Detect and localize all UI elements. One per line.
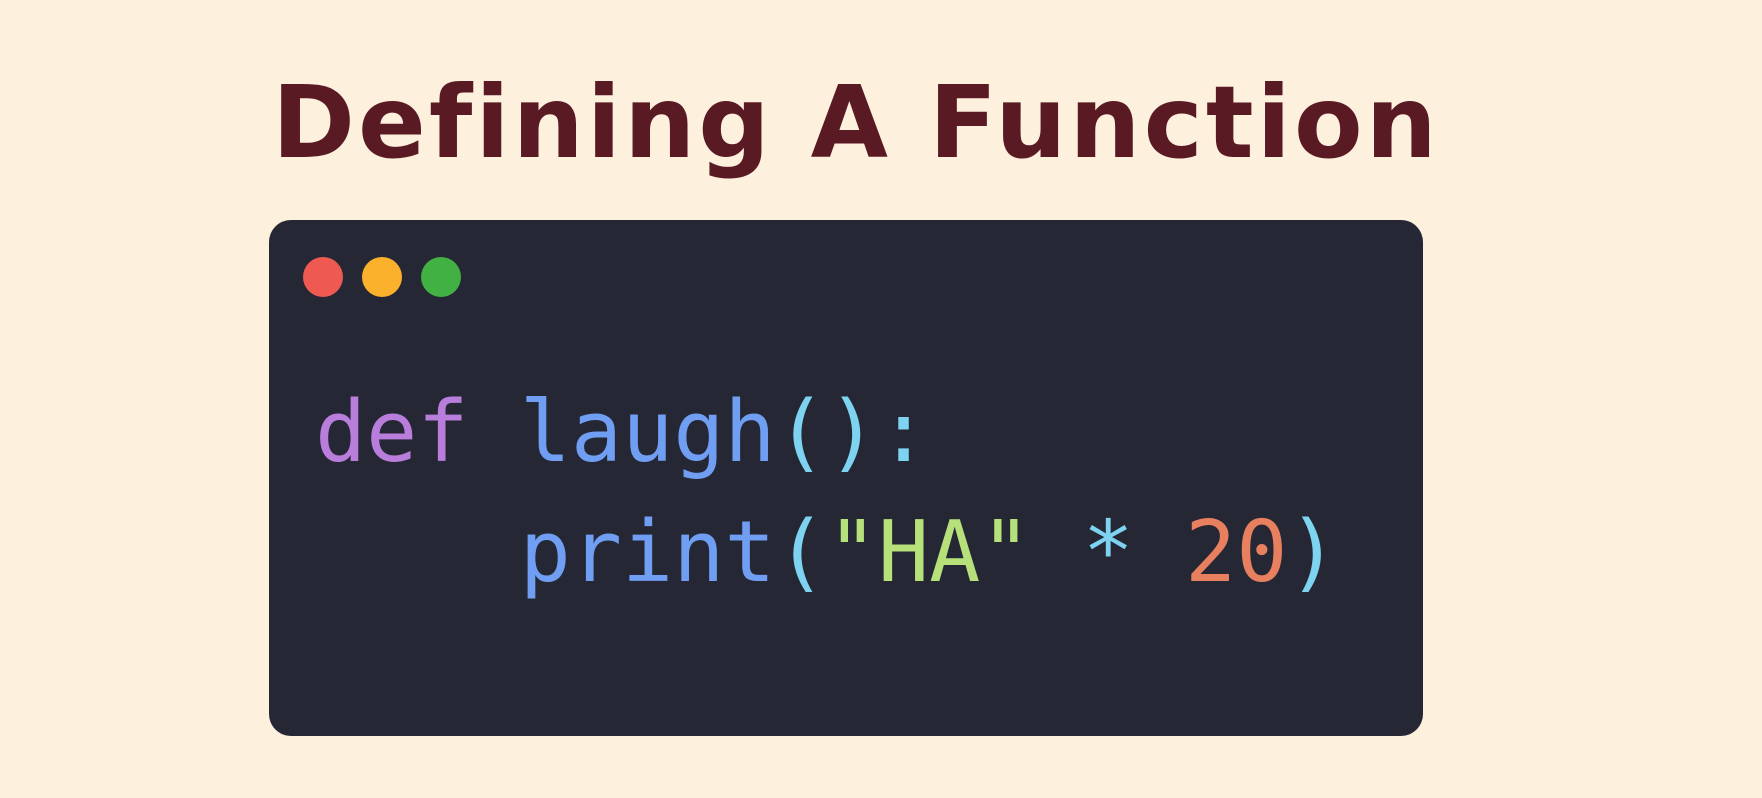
code-block: def laugh(): print("HA" * 20): [315, 220, 1339, 616]
code-line-1: def laugh():: [315, 373, 929, 493]
code-token: ():: [775, 383, 930, 482]
code-token: 20: [1185, 503, 1288, 602]
code-token: *: [1082, 503, 1134, 602]
code-window: def laugh(): print("HA" * 20): [269, 220, 1423, 736]
code-token: ): [1287, 503, 1339, 602]
code-token: (: [775, 503, 827, 602]
code-token: "HA": [826, 503, 1032, 602]
page-title: Defining A Function: [272, 64, 1440, 181]
code-token: laugh: [519, 383, 776, 482]
code-line-2: print("HA" * 20): [315, 493, 1339, 613]
code-token: print: [519, 503, 776, 602]
code-token: def: [315, 383, 469, 482]
